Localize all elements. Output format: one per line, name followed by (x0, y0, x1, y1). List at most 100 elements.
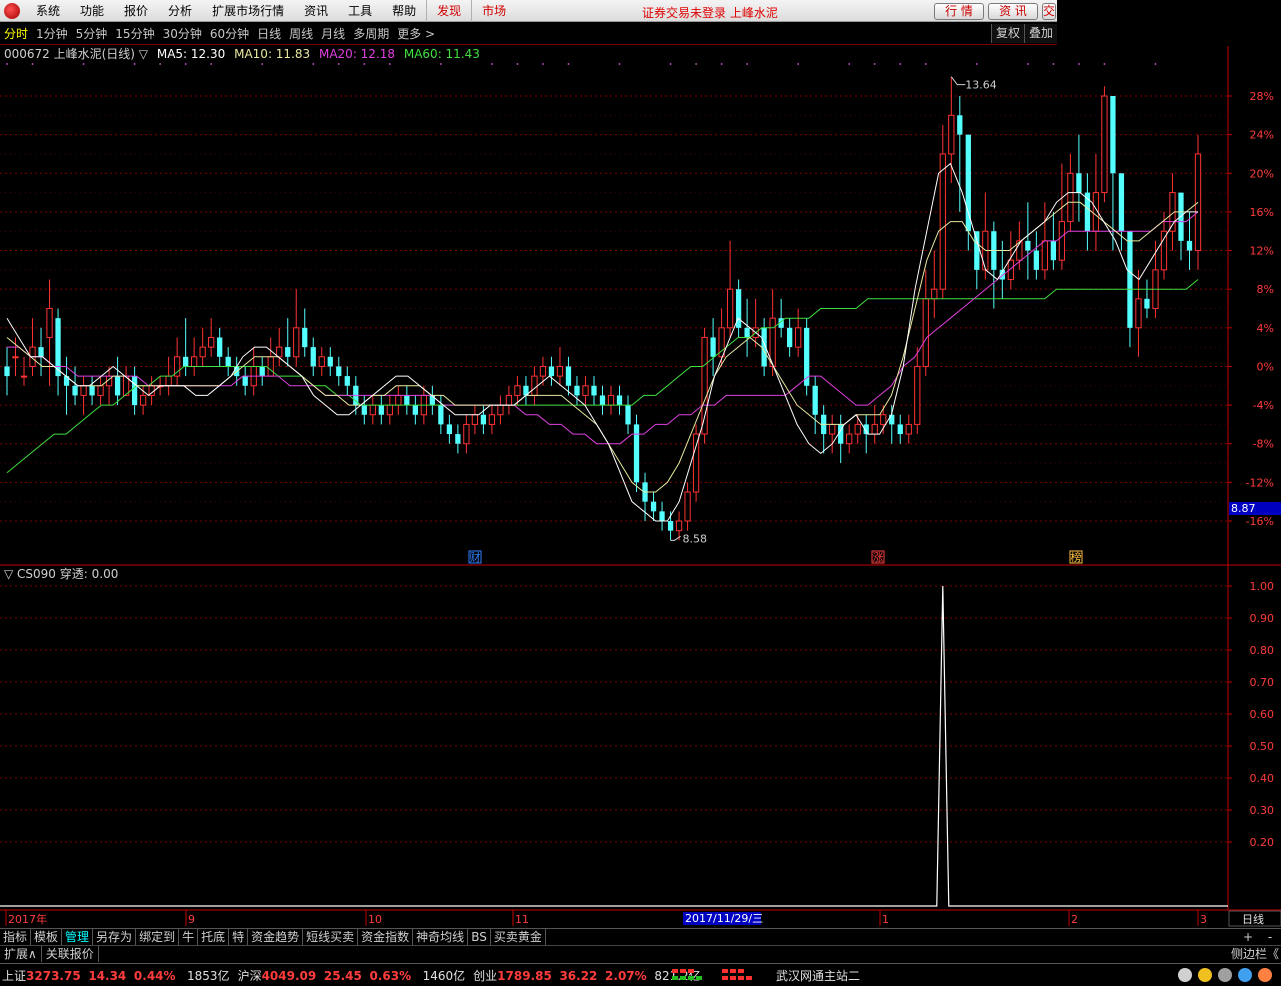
indicator-tab-bar: 指标 模板 管理 另存为 绑定到 牛 托底 特 资金趋势 短线买卖 资金指数 神… (0, 928, 1281, 945)
price-axis-label: 4% (1257, 322, 1274, 335)
candle-body-up (556, 365, 564, 377)
candle-body-up (846, 433, 853, 445)
chat-icon[interactable] (1258, 968, 1272, 982)
time-axis-label: 9 (188, 913, 195, 926)
price-axis-label: 20% (1250, 167, 1274, 180)
candle-body-down (625, 405, 631, 425)
candle-body-down (633, 424, 640, 483)
price-axis-label: 0% (1257, 360, 1274, 373)
candle-body-up (531, 375, 538, 396)
index-sz[interactable]: 沪深4049.09 25.45 0.63% 1460亿 (238, 967, 466, 984)
candle-body-up (701, 336, 708, 435)
server-name[interactable]: 武汉网通主站二 (776, 967, 860, 984)
candle-body-up (369, 404, 376, 416)
signal-dot (1154, 63, 1157, 65)
ma20-label: MA20: 12.18 (318, 47, 396, 61)
tab-short-trade[interactable]: 短线买卖 (303, 929, 359, 945)
candle-body-up (1067, 172, 1074, 223)
alert-icon[interactable] (1198, 968, 1212, 982)
index-sh[interactable]: 上证3273.75 14.34 0.44% 1853亿 (2, 967, 230, 984)
candle-body-down (574, 385, 580, 396)
time-axis-label: 3 (1200, 913, 1207, 926)
ext-bar: 扩展∧ 关联报价 侧边栏《 (0, 945, 1281, 962)
candle-body-up (871, 423, 878, 435)
candle-body-up (1058, 221, 1066, 261)
indicator-axis-label: 0.90 (1250, 612, 1275, 625)
candle-body-down (361, 405, 367, 415)
search-icon[interactable] (1178, 968, 1192, 982)
signal-dot (439, 63, 442, 65)
tab-template[interactable]: 模板 (31, 929, 63, 945)
index-cy-value: 1789.85 (497, 968, 552, 983)
candle-body-up (795, 327, 802, 348)
index-sz-amt: 1460亿 (422, 968, 466, 983)
candle-body-down (565, 366, 572, 386)
candle-body-up (539, 365, 547, 377)
tab-save-as[interactable]: 另存为 (93, 929, 137, 945)
candle-body-down (412, 405, 418, 415)
candle-body-down (429, 395, 435, 406)
candle-body-up (1194, 153, 1202, 252)
tab-bind-to[interactable]: 绑定到 (136, 929, 180, 945)
candle-body-down (1118, 173, 1125, 232)
tab-fund-trend[interactable]: 资金趋势 (248, 929, 304, 945)
index-cy[interactable]: 创业1789.85 36.22 2.07% 821.2亿 (473, 967, 701, 984)
signal-dot (133, 63, 136, 65)
candle-body-down (72, 385, 78, 396)
candle-body-up (948, 114, 955, 155)
tab-bottom[interactable]: 托底 (198, 929, 230, 945)
settings-icon[interactable] (1218, 968, 1232, 982)
candle-body-up (208, 336, 215, 348)
indicator-line (0, 585, 1228, 907)
tab-magic-ma[interactable]: 神奇均线 (413, 929, 469, 945)
candle-body-up (276, 346, 283, 358)
info-icon[interactable] (1238, 968, 1252, 982)
stock-title[interactable]: 000672 上峰水泥(日线) ▽ (4, 47, 148, 61)
candle-body-down (599, 395, 606, 406)
indicator-title[interactable]: ▽ CS090 穿透: 0.00 (4, 567, 118, 581)
signal-dot (159, 63, 162, 65)
tab-special[interactable]: 特 (229, 929, 249, 945)
tab-indicator[interactable]: 指标 (0, 929, 32, 945)
chart-canvas[interactable]: 28% 24% 20% 16% 12% 8% 4% 0% -4% -8% -12% -16% 13.64… (0, 0, 1281, 928)
candle-body-up (675, 520, 683, 532)
candle-body-up (395, 394, 402, 406)
tab-gold[interactable]: 买卖黄金 (491, 929, 546, 945)
ma10-label: MA10: 11.83 (234, 47, 311, 61)
tab-fund-index[interactable]: 资金指数 (358, 929, 414, 945)
candle-body-up (692, 433, 700, 493)
index-sh-chg: 14.34 (88, 968, 127, 983)
tab-bs[interactable]: BS (468, 929, 491, 945)
tab-manage[interactable]: 管理 (62, 929, 94, 945)
event-badge: 涨 (873, 551, 884, 564)
candle-body-down (1127, 231, 1133, 328)
app-window: 系统 功能 报价 分析 扩展市场行情 资讯 工具 帮助 发现 市场 证券交易未登… (0, 0, 1281, 986)
signal-dot (746, 63, 749, 65)
signal-dot (848, 63, 851, 65)
candle-body-down (659, 511, 665, 521)
candle-body-down (1110, 96, 1116, 174)
signal-dot (388, 63, 391, 65)
sidebar-toggle[interactable]: 侧边栏《 (1231, 946, 1279, 962)
signal-dot (261, 63, 264, 65)
candle-body-down (616, 395, 623, 406)
tab-bull[interactable]: 牛 (179, 929, 199, 945)
candle-body-down (4, 366, 10, 377)
candle-body-up (80, 385, 87, 396)
candle-body-up (1135, 298, 1142, 329)
candle-body-up (931, 288, 938, 300)
candle-body-down (55, 318, 61, 377)
candle-body-up (191, 356, 198, 367)
indicator-axis-label: 0.30 (1250, 804, 1275, 817)
candle-body-up (463, 423, 470, 445)
index-sz-value: 4049.09 (261, 968, 317, 983)
tab-add-icon[interactable]: + (1237, 929, 1259, 945)
tab-remove-icon[interactable]: - (1259, 929, 1281, 945)
index-sz-pct: 0.63% (369, 968, 412, 983)
ext-toggle[interactable]: 扩展∧ (0, 946, 42, 962)
candle-body-down (1025, 240, 1031, 251)
index-cy-pct: 2.07% (605, 968, 647, 983)
related-quote[interactable]: 关联报价 (42, 946, 99, 962)
price-axis-label: 28% (1250, 90, 1274, 103)
tab-controls: + - (1237, 929, 1281, 945)
